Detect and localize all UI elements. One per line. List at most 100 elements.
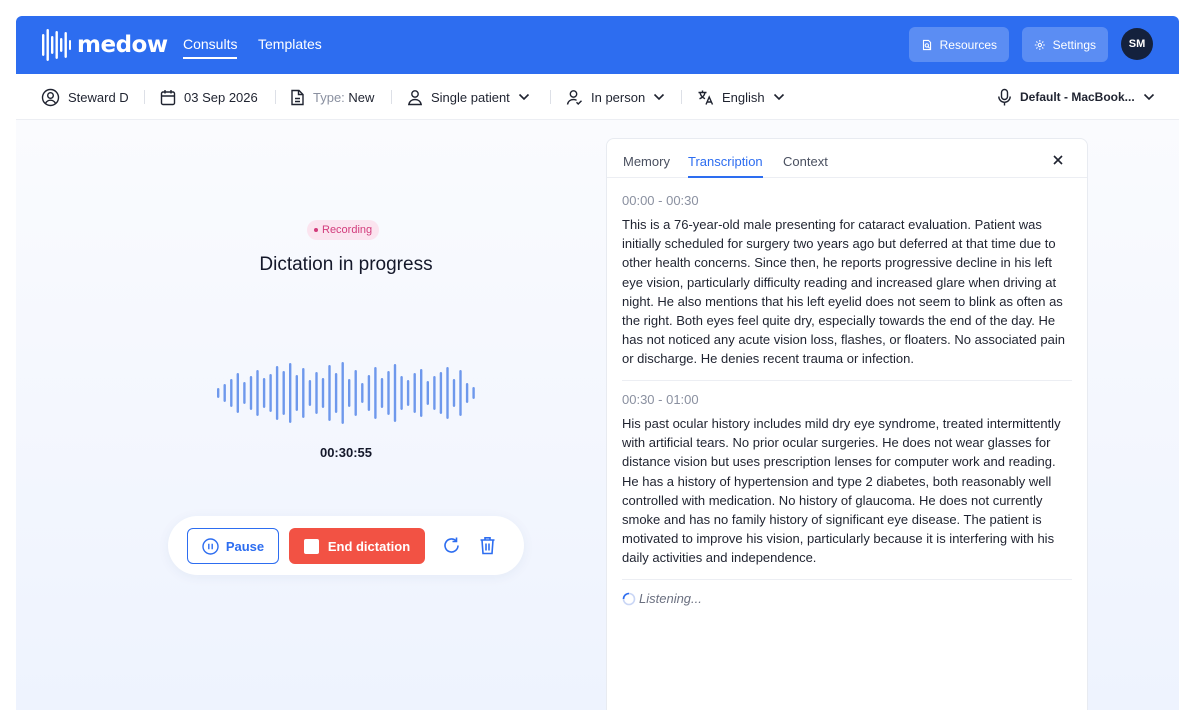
type-prefix: Type: <box>313 89 345 105</box>
logo-text: medow <box>77 32 168 58</box>
waveform-bar <box>243 382 246 404</box>
settings-button[interactable]: Settings <box>1022 27 1108 62</box>
segment-text: This is a 76-year-old male presenting fo… <box>622 217 1065 367</box>
spinner-icon <box>622 592 636 605</box>
date-picker[interactable]: 03 Sep 2026 <box>160 74 258 120</box>
waveform-bar <box>433 376 436 410</box>
gear-icon <box>1034 39 1045 50</box>
waveform-bar <box>413 373 416 413</box>
dictation-title: Dictation in progress <box>259 254 433 275</box>
segment-timestamp: 00:00 - 00:30 <box>622 193 699 208</box>
consult-workspace: Recording Dictation in progress 00:30:55… <box>16 120 1179 710</box>
toolbar-divider <box>681 90 682 104</box>
medow-logo[interactable]: medow <box>41 28 168 62</box>
document-icon <box>291 89 304 105</box>
waveform-bar <box>236 373 239 413</box>
waveform-bar <box>361 383 364 403</box>
waveform-bar <box>374 367 377 419</box>
waveform-bar <box>282 371 285 415</box>
waveform-bar <box>341 362 344 424</box>
waveform-logo-icon <box>42 29 71 61</box>
toolbar-divider <box>391 90 392 104</box>
waveform-bar <box>321 378 325 408</box>
waveform-bar <box>439 372 443 414</box>
waveform-bar <box>275 366 279 420</box>
listening-label: Listening... <box>639 591 702 606</box>
panel-tabs: Memory Transcription Context <box>607 139 1087 178</box>
waveform-bar <box>269 374 272 412</box>
dictation-timer: 00:30:55 <box>319 445 373 460</box>
waveform-bar <box>315 372 318 414</box>
type-selector[interactable]: Type: New <box>290 74 374 120</box>
waveform-bar <box>465 383 469 403</box>
patient-mode-dropdown[interactable]: Single patient <box>407 74 530 120</box>
listening-indicator: Listening... <box>622 591 702 606</box>
microphone-label: Default - MacBook... <box>1020 90 1135 104</box>
segment-text: His past ocular history includes mild dr… <box>622 416 1061 566</box>
top-navigation-bar: medow Consults Templates Resources Setti… <box>16 16 1179 74</box>
waveform-bar <box>354 370 357 416</box>
patient-mode-label: Single patient <box>431 89 510 105</box>
nav-tab-consults[interactable]: Consults <box>183 36 238 59</box>
chevron-down-icon <box>654 93 665 101</box>
chevron-down-icon <box>773 93 784 101</box>
waveform-bar <box>295 375 298 411</box>
waveform-bar <box>426 381 429 405</box>
waveform-bar <box>367 375 371 411</box>
tab-memory[interactable]: Memory <box>623 154 670 169</box>
delete-button[interactable] <box>476 534 498 556</box>
document-search-icon <box>922 39 932 50</box>
type-value: New <box>348 89 375 105</box>
location-label: In person <box>591 89 646 105</box>
transcript-segment: 00:30 - 01:00 His past ocular history in… <box>622 392 1072 568</box>
waveform-bar <box>452 379 456 407</box>
waveform-bar <box>289 363 292 423</box>
segment-divider <box>622 380 1072 381</box>
stop-icon <box>303 538 319 554</box>
calendar-icon <box>160 89 176 105</box>
language-dropdown[interactable]: English <box>697 74 785 120</box>
resources-label: Resources <box>939 37 997 52</box>
waveform-bar <box>223 384 226 402</box>
waveform-bar <box>256 370 259 416</box>
translate-icon <box>698 90 714 105</box>
trash-icon <box>480 536 494 554</box>
resources-button[interactable]: Resources <box>909 27 1009 62</box>
waveform-bar <box>302 368 305 418</box>
microphone-dropdown[interactable]: Default - MacBook... <box>997 74 1155 120</box>
app-window: medow Consults Templates Resources Setti… <box>16 16 1179 710</box>
waveform-bar <box>393 364 397 422</box>
user-avatar[interactable]: SM <box>1121 28 1153 60</box>
waveform-bar <box>459 370 462 416</box>
patient-name: Steward D <box>68 89 129 105</box>
language-label: English <box>722 89 765 105</box>
restart-button[interactable] <box>440 534 462 556</box>
settings-label: Settings <box>1052 37 1096 52</box>
waveform-bar <box>249 376 253 410</box>
recording-dot-icon <box>314 228 318 232</box>
recording-status-badge: Recording <box>307 220 380 240</box>
end-dictation-button[interactable]: End dictation <box>289 528 425 564</box>
toolbar-divider <box>550 90 551 104</box>
pause-icon <box>202 537 219 555</box>
waveform-bar <box>446 367 449 419</box>
chevron-down-icon <box>518 93 529 101</box>
location-dropdown[interactable]: In person <box>566 74 665 120</box>
dictation-controls: Pause End dictation <box>168 516 524 575</box>
waveform-bar <box>230 379 233 407</box>
waveform-bar <box>348 379 351 407</box>
nav-tab-templates[interactable]: Templates <box>258 36 322 52</box>
patient-selector[interactable]: Steward D <box>41 74 129 120</box>
tab-transcription[interactable]: Transcription <box>688 154 763 178</box>
recording-status-label: Recording <box>322 224 373 236</box>
waveform-bar <box>334 373 338 413</box>
pause-button[interactable]: Pause <box>187 528 279 564</box>
waveform-bar <box>262 378 266 408</box>
tab-context[interactable]: Context <box>783 154 828 169</box>
user-circle-icon <box>41 88 60 106</box>
close-icon[interactable] <box>1051 153 1065 167</box>
segment-timestamp: 00:30 - 01:00 <box>622 392 699 407</box>
toolbar-divider <box>144 90 145 104</box>
audio-waveform <box>217 362 475 424</box>
microphone-icon <box>998 88 1011 105</box>
